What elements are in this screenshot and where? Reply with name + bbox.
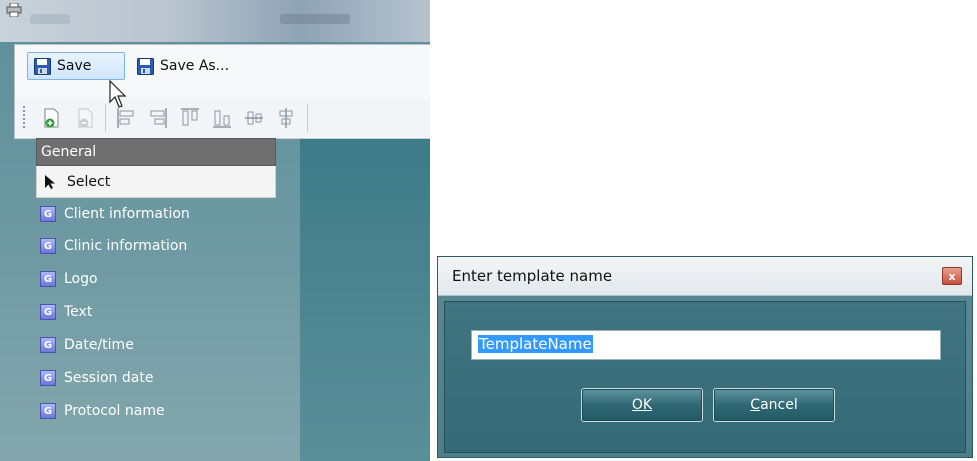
palette-item-protocol-name[interactable]: G Protocol name [40, 400, 165, 422]
center-vertical-icon[interactable] [275, 106, 297, 130]
save-label: Save [57, 58, 92, 74]
new-page-icon[interactable] [41, 106, 63, 130]
g-badge-icon: G [40, 337, 56, 353]
g-badge-icon: G [40, 370, 56, 386]
floppy-disk-icon [137, 57, 154, 75]
template-name-value: TemplateName [478, 335, 593, 353]
dialog-body: TemplateName OK Cancel [444, 301, 966, 453]
g-badge-icon: G [40, 238, 56, 254]
palette-item-label: Client information [64, 206, 190, 222]
general-header-label: General [41, 144, 97, 160]
save-button[interactable]: Save [27, 52, 125, 80]
g-badge-icon: G [40, 403, 56, 419]
layout-toolbar [14, 98, 430, 139]
canvas-area [300, 138, 430, 461]
general-group-header[interactable]: General [36, 138, 276, 166]
align-bottom-icon[interactable] [211, 106, 233, 130]
printer-icon[interactable] [6, 3, 22, 17]
save-as-label: Save As... [160, 58, 230, 74]
arrow-pointer-icon [45, 174, 55, 189]
template-name-input[interactable]: TemplateName [471, 330, 941, 360]
toolbar-separator [105, 104, 106, 132]
center-horizontal-icon[interactable] [243, 106, 265, 130]
palette-item-client-information[interactable]: G Client information [40, 203, 190, 225]
align-right-icon[interactable] [147, 106, 169, 130]
select-label: Select [67, 173, 111, 190]
window-titlebar [0, 0, 430, 42]
palette-item-clinic-information[interactable]: G Clinic information [40, 235, 187, 257]
palette-item-logo[interactable]: G Logo [40, 268, 98, 290]
cancel-button[interactable]: Cancel [713, 388, 835, 422]
palette-item-date-time[interactable]: G Date/time [40, 334, 134, 356]
palette-item-label: Clinic information [64, 238, 188, 254]
align-top-icon[interactable] [179, 106, 201, 130]
remove-page-icon[interactable] [75, 106, 97, 130]
toolbar-grip[interactable] [23, 106, 25, 130]
ok-button[interactable]: OK [581, 388, 703, 422]
g-badge-icon: G [40, 271, 56, 287]
g-badge-icon: G [40, 206, 56, 222]
palette-item-text[interactable]: G Text [40, 301, 92, 323]
cancel-label-rest: ancel [760, 397, 798, 413]
cancel-mnemonic: C [750, 397, 761, 413]
report-editor-panel: Save Save As... General Select G Client … [0, 0, 430, 461]
dialog-titlebar[interactable]: Enter template name x [438, 257, 972, 296]
floppy-disk-icon [34, 57, 51, 75]
toolbar-separator [307, 104, 308, 132]
mouse-cursor-icon [109, 80, 127, 108]
palette-item-label: Logo [64, 271, 98, 287]
save-menu: Save Save As... [14, 44, 430, 100]
element-palette: General Select [36, 138, 276, 198]
title-blur [30, 14, 70, 24]
palette-item-session-date[interactable]: G Session date [40, 367, 153, 389]
cancel-label: Cancel [750, 397, 797, 413]
ok-label: OK [631, 397, 653, 413]
palette-item-label: Date/time [64, 337, 134, 353]
g-badge-icon: G [40, 304, 56, 320]
title-blur [280, 14, 350, 24]
palette-item-label: Protocol name [64, 403, 165, 419]
close-icon[interactable]: x [942, 267, 962, 285]
dialog-title: Enter template name [452, 267, 613, 285]
palette-item-label: Text [64, 304, 93, 320]
save-as-button[interactable]: Save As... [131, 52, 261, 80]
palette-item-label: Session date [64, 370, 154, 386]
select-tool[interactable]: Select [36, 166, 276, 198]
enter-template-name-dialog: Enter template name x TemplateName OK Ca… [437, 256, 973, 458]
